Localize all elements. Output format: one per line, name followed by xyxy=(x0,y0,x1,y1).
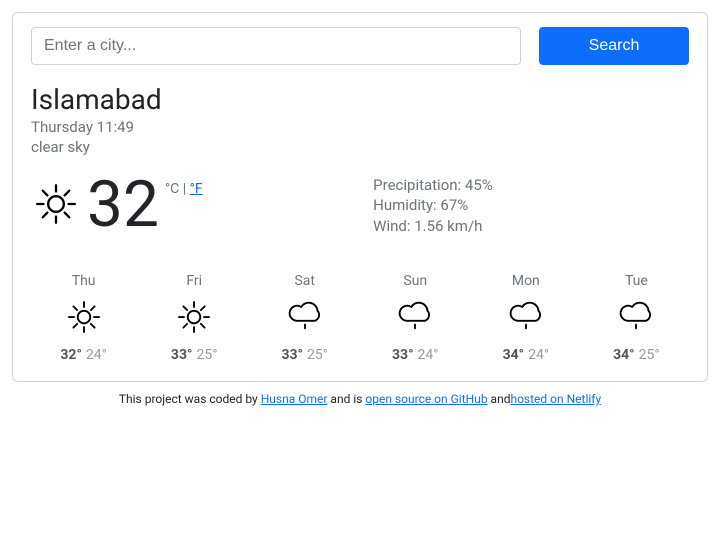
forecast-day-name: Tue xyxy=(584,273,689,289)
rain-icon xyxy=(395,297,435,337)
forecast-day: Sat 33°25° xyxy=(252,273,357,363)
forecast-hi: 33° xyxy=(281,347,303,363)
search-input[interactable] xyxy=(31,27,521,65)
unit-toggle: °C | °F xyxy=(165,173,203,197)
forecast-lo: 24° xyxy=(86,347,107,363)
unit-fahrenheit-link[interactable]: °F xyxy=(190,181,203,197)
forecast-lo: 24° xyxy=(418,347,439,363)
forecast-lo: 25° xyxy=(196,347,217,363)
humidity-line: Humidity: 67% xyxy=(373,195,493,215)
weather-description: clear sky xyxy=(31,138,689,158)
forecast-day: Sun 33°24° xyxy=(363,273,468,363)
github-link[interactable]: open source on GitHub xyxy=(365,392,487,406)
wind-value: 1.56 km/h xyxy=(414,217,482,235)
forecast-hi: 34° xyxy=(503,347,525,363)
rain-icon xyxy=(506,297,546,337)
forecast-day: Tue 34°25° xyxy=(584,273,689,363)
forecast-day: Mon 34°24° xyxy=(473,273,578,363)
forecast-temps: 33°25° xyxy=(252,347,357,363)
weather-overview: Islamabad Thursday 11:49 clear sky xyxy=(31,83,689,157)
humidity-value: 67% xyxy=(440,196,468,214)
search-button[interactable]: Search xyxy=(539,27,689,65)
forecast-row: Thu 32°24° Fri 33°25° Sat 33°25° Sun 33°… xyxy=(31,273,689,363)
city-name: Islamabad xyxy=(31,83,689,116)
forecast-temps: 33°24° xyxy=(363,347,468,363)
forecast-lo: 25° xyxy=(639,347,660,363)
forecast-day-name: Sat xyxy=(252,273,357,289)
forecast-day-name: Fri xyxy=(142,273,247,289)
main-left: 32 °C | °F xyxy=(31,173,373,237)
precipitation-value: 45% xyxy=(465,176,493,194)
forecast-day: Thu 32°24° xyxy=(31,273,136,363)
precipitation-line: Precipitation: 45% xyxy=(373,175,493,195)
sun-icon xyxy=(174,297,214,337)
forecast-day: Fri 33°25° xyxy=(142,273,247,363)
author-link[interactable]: Husna Omer xyxy=(261,392,328,406)
main-weather-row: 32 °C | °F Precipitation: 45% Humidity: … xyxy=(31,173,689,237)
forecast-hi: 32° xyxy=(60,347,82,363)
forecast-lo: 24° xyxy=(528,347,549,363)
unit-celsius: °C xyxy=(165,181,179,197)
forecast-day-name: Mon xyxy=(473,273,578,289)
sun-icon xyxy=(31,179,81,229)
forecast-day-name: Sun xyxy=(363,273,468,289)
footer: This project was coded by Husna Omer and… xyxy=(12,392,708,406)
forecast-lo: 25° xyxy=(307,347,328,363)
unit-separator: | xyxy=(179,181,189,197)
forecast-day-name: Thu xyxy=(31,273,136,289)
wind-line: Wind: 1.56 km/h xyxy=(373,216,493,236)
forecast-temps: 32°24° xyxy=(31,347,136,363)
forecast-hi: 33° xyxy=(171,347,193,363)
search-form: Search xyxy=(31,27,689,65)
forecast-temps: 33°25° xyxy=(142,347,247,363)
weather-details: Precipitation: 45% Humidity: 67% Wind: 1… xyxy=(373,173,493,237)
rain-icon xyxy=(285,297,325,337)
sun-icon xyxy=(64,297,104,337)
temperature-value: 32 xyxy=(87,173,159,237)
forecast-temps: 34°24° xyxy=(473,347,578,363)
forecast-hi: 34° xyxy=(613,347,635,363)
rain-icon xyxy=(616,297,656,337)
forecast-hi: 33° xyxy=(392,347,414,363)
netlify-link[interactable]: hosted on Netlify xyxy=(510,392,601,406)
weather-card: Search Islamabad Thursday 11:49 clear sk… xyxy=(12,12,708,382)
forecast-temps: 34°25° xyxy=(584,347,689,363)
date-time: Thursday 11:49 xyxy=(31,118,689,138)
